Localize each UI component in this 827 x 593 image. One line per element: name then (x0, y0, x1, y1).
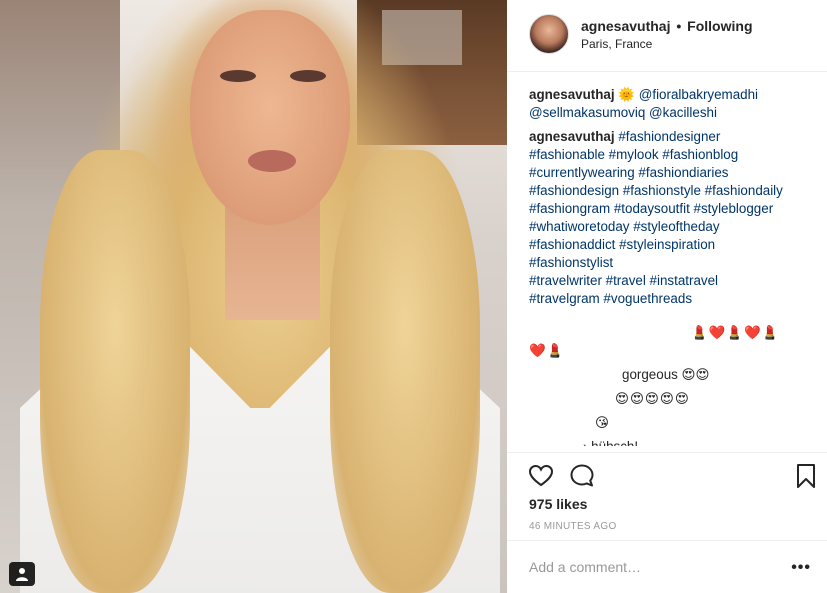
sun-emoji: 🌞 (618, 87, 636, 102)
mention-link[interactable]: @fioralbakryemadhi (639, 87, 758, 102)
comments-list[interactable]: agnesavuthaj 🌞 @fioralbakryemadhi @sellm… (529, 86, 819, 446)
photo-lips (248, 150, 296, 172)
hashtag-line[interactable]: #fashionstylist (529, 254, 819, 272)
post-photo[interactable] (0, 0, 507, 593)
comment-spacer (529, 308, 819, 324)
hashtag-line[interactable]: #fashiondesigner (618, 129, 720, 144)
tagged-people-icon[interactable] (9, 562, 35, 586)
more-options-button[interactable]: ••• (791, 559, 811, 577)
header-username[interactable]: agnesavuthaj (581, 18, 670, 34)
photo-hair-strand (40, 150, 190, 593)
mention-link[interactable]: @sellmakasumoviq (529, 105, 645, 120)
follow-status-button[interactable]: Following (687, 18, 752, 34)
post-actions-bar (507, 452, 827, 502)
comment-bubble-icon[interactable] (569, 463, 595, 489)
comment-item: ❤️💄 (529, 343, 565, 358)
avatar[interactable] (529, 14, 569, 54)
comment-input[interactable] (529, 559, 759, 575)
header-username-row: agnesavuthaj • Following (581, 18, 753, 34)
header-separator: • (676, 18, 682, 34)
post-side-panel: agnesavuthaj • Following Paris, France a… (507, 0, 827, 593)
comment-item: 😘 (595, 415, 610, 430)
hashtag-line[interactable]: #whatiworetoday #styleoftheday (529, 218, 819, 236)
photo-hair-strand (330, 150, 480, 593)
post-timestamp[interactable]: 46 MINUTES AGO (529, 521, 617, 532)
hashtag-line[interactable]: #fashionable #mylook #fashionblog (529, 146, 819, 164)
photo-eye (290, 70, 326, 82)
comment-item: 💄❤️💄❤️💄 (691, 325, 780, 340)
caption-username[interactable]: agnesavuthaj (529, 129, 615, 144)
mention-link[interactable]: @kacilleshi (649, 105, 717, 120)
comment-item: 😍😍😍😍😍 (615, 391, 690, 406)
caption: agnesavuthaj #fashiondesigner #fashionab… (529, 128, 819, 308)
hashtag-line[interactable]: #currentlywearing #fashiondiaries (529, 164, 819, 182)
comment-username[interactable]: agnesavuthaj (529, 87, 615, 102)
hashtag-line[interactable]: #fashiongram #todaysoutfit #styleblogger (529, 200, 819, 218)
mention-comment: agnesavuthaj 🌞 @fioralbakryemadhi @sellm… (529, 86, 819, 122)
hashtag-line[interactable]: #fashionaddict #styleinspiration (529, 236, 819, 254)
add-comment-section: ••• (507, 540, 827, 593)
post-header: agnesavuthaj • Following Paris, France (507, 0, 827, 72)
photo-face (190, 10, 350, 225)
hashtag-line[interactable]: #travelwriter #travel #instatravel (529, 272, 819, 290)
likes-count[interactable]: 975 likes (529, 496, 587, 512)
hashtag-line[interactable]: #fashiondesign #fashionstyle #fashiondai… (529, 182, 819, 200)
comment-item: gorgeous 😍😍 (622, 367, 710, 382)
photo-eye (220, 70, 256, 82)
heart-icon[interactable] (528, 463, 554, 489)
bookmark-icon[interactable] (793, 463, 819, 489)
hashtag-line[interactable]: #travelgram #voguethreads (529, 290, 819, 308)
location-link[interactable]: Paris, France (581, 37, 652, 51)
comment-item: › hübsch! (529, 438, 819, 446)
